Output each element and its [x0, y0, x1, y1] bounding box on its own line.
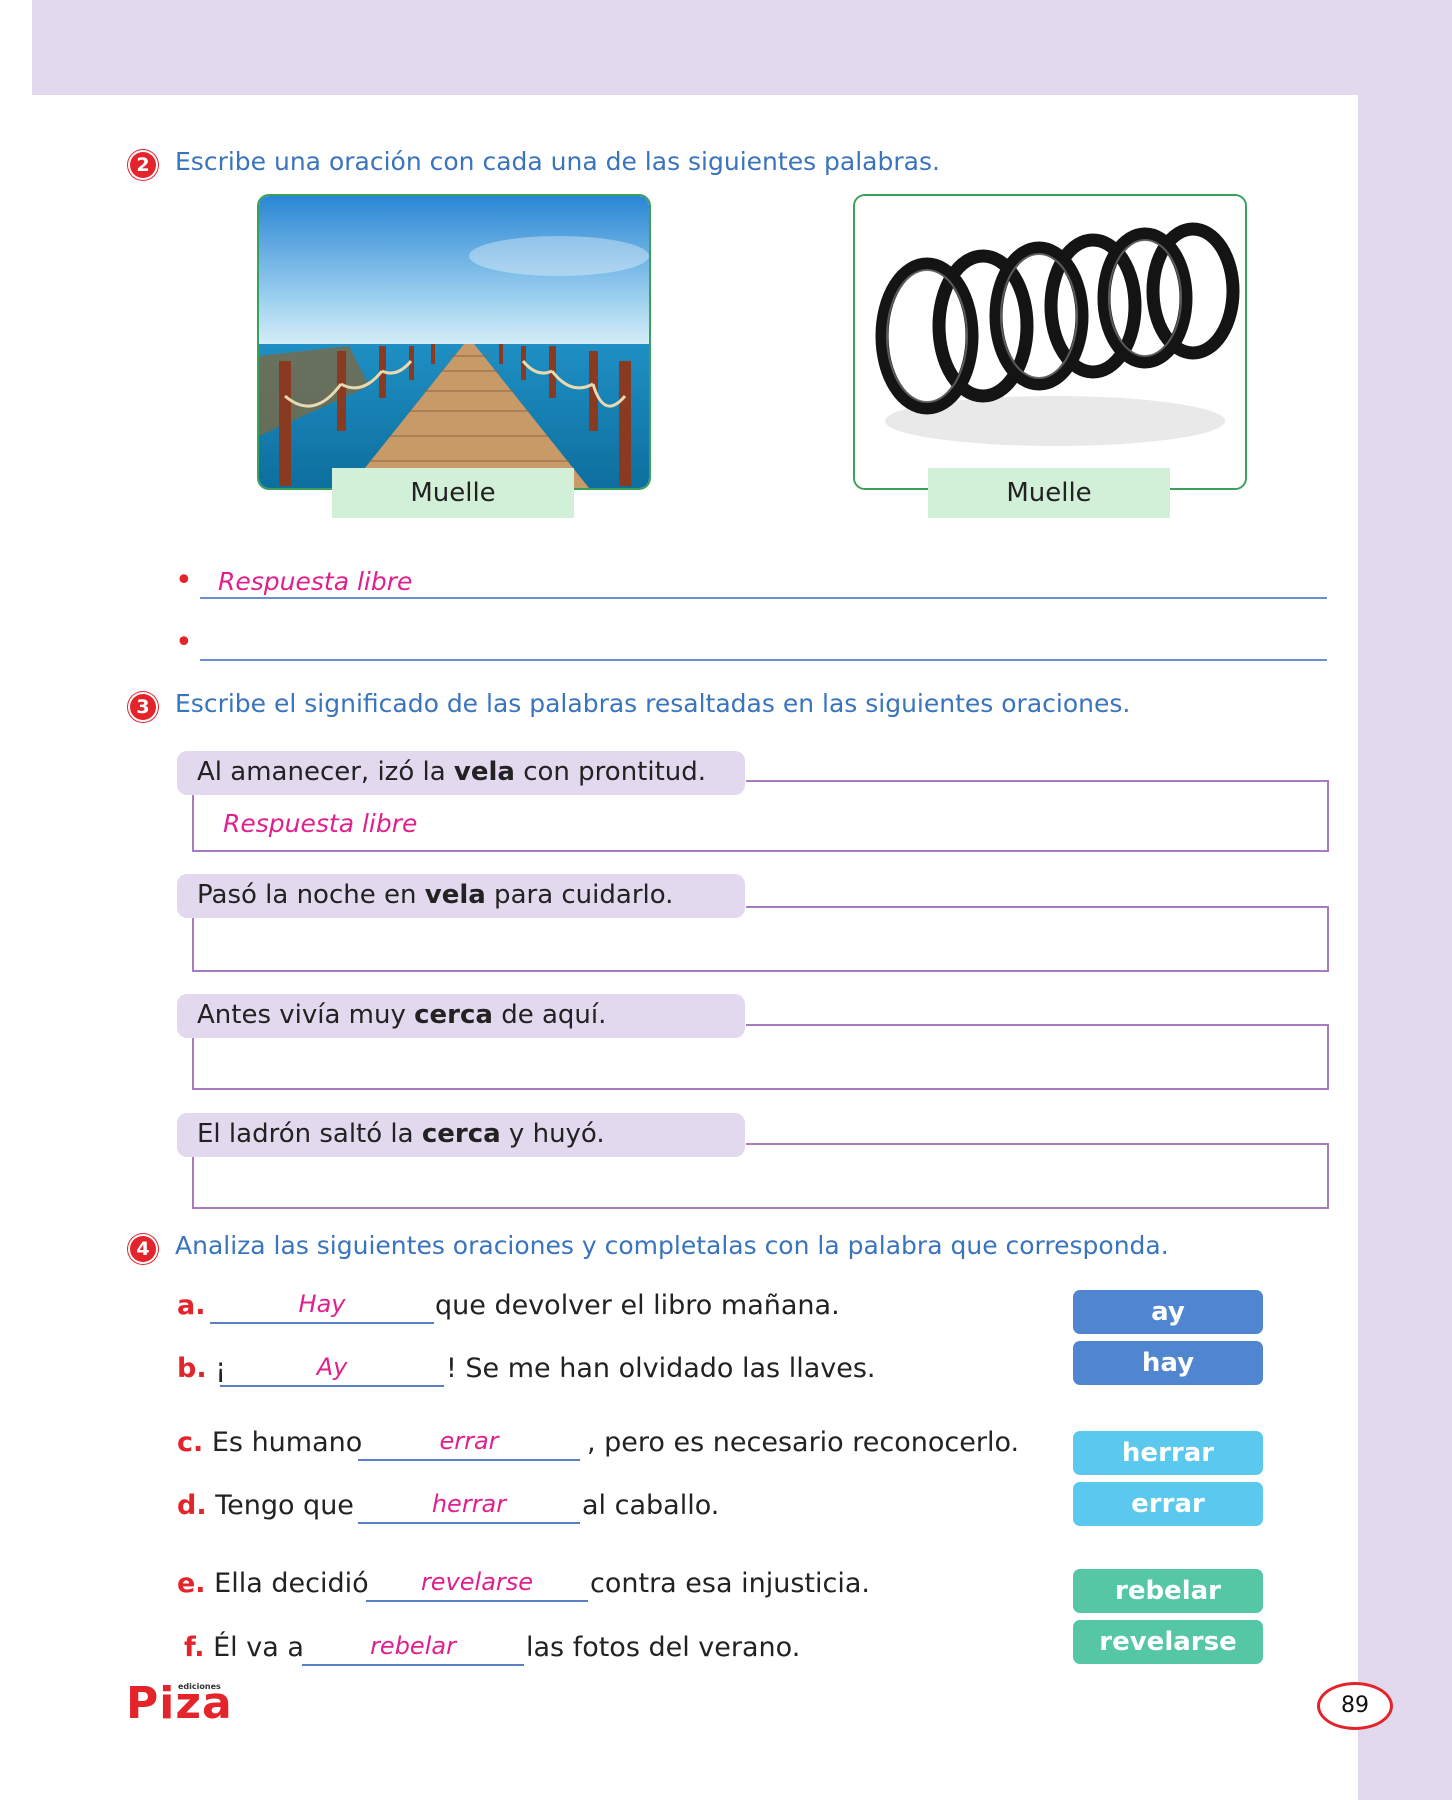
- sentence-a-after: que devolver el libro mañana.: [435, 1290, 840, 1321]
- pill-1-bold: vela: [453, 757, 515, 787]
- blank-d[interactable]: [358, 1522, 580, 1524]
- fill-f: rebelar: [370, 1632, 456, 1660]
- section-3-title: Escribe el significado de las palabras r…: [175, 689, 1131, 718]
- pill-1-after: con prontitud.: [514, 757, 707, 787]
- bullet-2: •: [175, 625, 193, 660]
- sentence-d-before: Tengo que: [215, 1490, 354, 1521]
- letter-b: b.: [177, 1353, 207, 1384]
- word-chip-hay[interactable]: hay: [1073, 1341, 1263, 1385]
- answer-line-1[interactable]: [200, 597, 1327, 599]
- sentence-pill-2: Pasó la noche en vela para cuidarlo.: [177, 874, 745, 918]
- sentence-b-letter: b. ¡: [177, 1353, 226, 1384]
- sentence-f-start: f. Él va a: [184, 1632, 304, 1663]
- bullet-1: •: [175, 563, 193, 598]
- word-chip-rebelar[interactable]: rebelar: [1073, 1569, 1263, 1613]
- pill-3-bold: cerca: [414, 1000, 493, 1030]
- pill-2-after: para cuidarlo.: [485, 880, 674, 910]
- word-chip-ay[interactable]: ay: [1073, 1290, 1263, 1334]
- section-2-number: 2: [130, 152, 156, 178]
- sentence-e-after: contra esa injusticia.: [590, 1568, 870, 1599]
- letter-e: e.: [177, 1568, 206, 1599]
- word-chip-herrar[interactable]: herrar: [1073, 1431, 1263, 1475]
- fill-d: herrar: [431, 1490, 507, 1518]
- blank-b[interactable]: [220, 1385, 444, 1387]
- sentence-d-start: d. Tengo que: [177, 1490, 354, 1521]
- blank-a[interactable]: [210, 1322, 434, 1324]
- pill-2-bold: vela: [424, 880, 486, 910]
- sentence-c-before: Es humano: [211, 1427, 363, 1458]
- answer-line-2[interactable]: [200, 659, 1327, 661]
- pier-image: [257, 194, 651, 490]
- section-4-number: 4: [130, 1236, 156, 1262]
- top-band: [32, 0, 1452, 95]
- pill-1-before: Al amanecer, izó la: [197, 757, 454, 787]
- letter-f: f.: [184, 1632, 205, 1663]
- fill-a: Hay: [298, 1290, 346, 1318]
- pill-3-after: de aquí.: [492, 1000, 607, 1030]
- sentence-e-before: Ella decidió: [214, 1568, 369, 1599]
- fill-c: errar: [439, 1427, 499, 1455]
- spring-illustration: [855, 196, 1245, 488]
- fill-b: Ay: [316, 1353, 348, 1381]
- pier-caption: Muelle: [332, 468, 574, 518]
- publisher-logo-small: ediciones: [178, 1682, 221, 1691]
- answer-1-text: Respuesta libre: [218, 567, 413, 596]
- section-3-number: 3: [130, 694, 156, 720]
- sentence-f-before: Él va a: [213, 1632, 304, 1663]
- sentence-a-letter: a.: [177, 1290, 205, 1321]
- pill-2-before: Pasó la noche en: [197, 880, 425, 910]
- pier-illustration: [259, 196, 649, 488]
- sentence-f-after: las fotos del verano.: [526, 1632, 801, 1663]
- sentence-pill-3: Antes vivía muy cerca de aquí.: [177, 994, 745, 1038]
- spring-image: [853, 194, 1247, 490]
- sentence-pill-1: Al amanecer, izó la vela con prontitud.: [177, 751, 745, 795]
- word-chip-revelarse[interactable]: revelarse: [1073, 1620, 1263, 1664]
- pill-4-after: y huyó.: [500, 1119, 605, 1149]
- section-2-title: Escribe una oración con cada una de las …: [175, 147, 940, 176]
- right-band: [1358, 0, 1452, 1800]
- letter-c: c.: [177, 1427, 204, 1458]
- sentence-pill-4: El ladrón saltó la cerca y huyó.: [177, 1113, 745, 1157]
- sentence-d-after: al caballo.: [582, 1490, 720, 1521]
- pill-3-before: Antes vivía muy: [197, 1000, 415, 1030]
- blank-c[interactable]: [358, 1459, 580, 1461]
- fill-e: revelarse: [420, 1568, 534, 1596]
- word-chip-errar[interactable]: errar: [1073, 1482, 1263, 1526]
- spring-caption: Muelle: [928, 468, 1170, 518]
- pill-4-before: El ladrón saltó la: [197, 1119, 422, 1149]
- sentence-c-start: c. Es humano: [177, 1427, 362, 1458]
- letter-a: a.: [177, 1290, 206, 1321]
- sentence-e-start: e. Ella decidió: [177, 1568, 369, 1599]
- letter-d: d.: [177, 1490, 207, 1521]
- pill-4-bold: cerca: [421, 1119, 501, 1149]
- section-4-title: Analiza las siguientes oraciones y compl…: [175, 1231, 1169, 1260]
- blank-e[interactable]: [366, 1600, 588, 1602]
- sentence-c-after: , pero es necesario reconocerlo.: [587, 1427, 1020, 1458]
- page-number: 89: [1317, 1682, 1393, 1730]
- blank-f[interactable]: [302, 1664, 524, 1666]
- sentence-b-after: ! Se me han olvidado las llaves.: [446, 1353, 876, 1384]
- box-1-answer: Respuesta libre: [223, 809, 418, 838]
